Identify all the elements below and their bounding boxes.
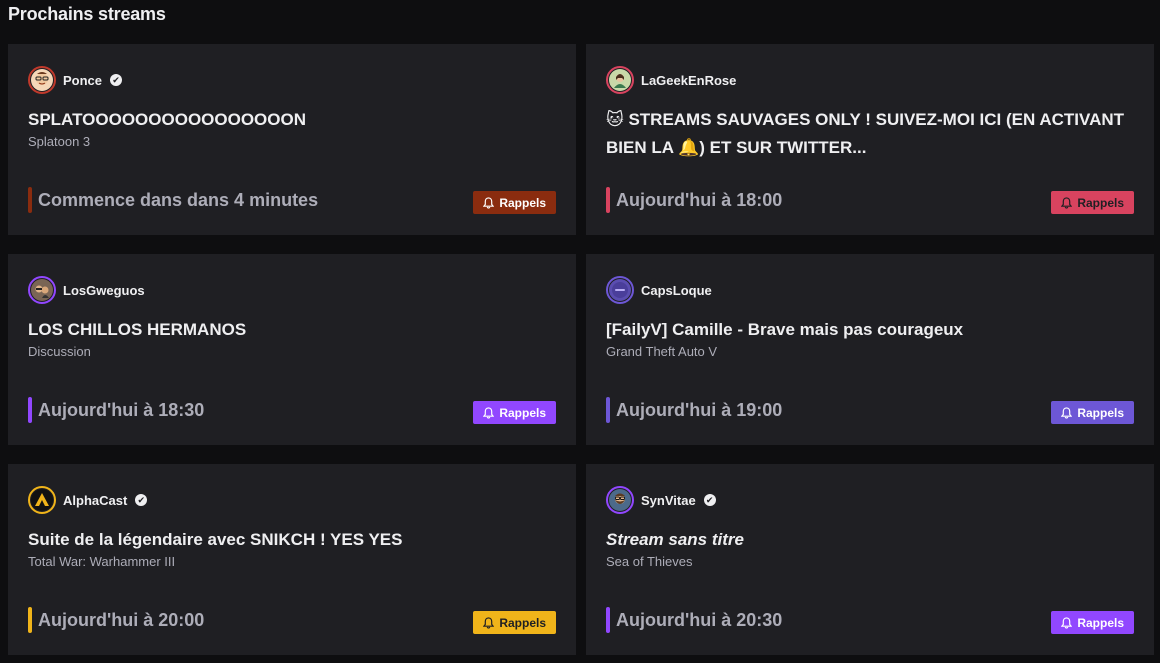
streamer-name[interactable]: CapsLoque [641,283,712,298]
logo-avatar-icon [609,279,631,301]
reminder-label: Rappels [499,615,546,630]
stream-card[interactable]: CapsLoque [FailyV] Camille - Brave mais … [586,254,1154,445]
streamer-name[interactable]: LaGeekEnRose [641,73,736,88]
reminder-label: Rappels [1077,615,1124,630]
person-avatar-icon [609,69,631,91]
reminder-button[interactable]: Rappels [1051,401,1134,424]
stream-title[interactable]: Stream sans titre [606,526,1134,554]
streamer-row[interactable]: AlphaCast ✔ [28,486,148,514]
reminder-label: Rappels [1077,405,1124,420]
accent-bar [606,187,610,213]
avatar[interactable] [28,276,56,304]
accent-bar [606,607,610,633]
accent-bar [606,397,610,423]
reminder-button[interactable]: Rappels [473,611,556,634]
schedule-time: Commence dans dans 4 minutes [38,189,319,210]
streamer-name[interactable]: SynVitae [641,493,696,508]
triangle-logo-avatar-icon [31,489,53,511]
accent-bar [28,397,32,423]
streamer-row[interactable]: Ponce ✔ [28,66,123,94]
game-category[interactable]: Sea of Thieves [606,554,692,569]
schedule-time: Aujourd'hui à 18:30 [38,399,205,420]
reminder-button[interactable]: Rappels [473,401,556,424]
schedule-time: Aujourd'hui à 20:00 [38,609,205,630]
reminder-label: Rappels [499,405,546,420]
reminder-button[interactable]: Rappels [1051,191,1134,214]
avatar[interactable] [606,276,634,304]
bell-icon [483,407,495,419]
bell-icon [483,617,495,629]
schedule-time: Aujourd'hui à 19:00 [616,399,783,420]
avatar[interactable] [606,66,634,94]
stream-card[interactable]: LosGweguos LOS CHILLOS HERMANOS Discussi… [8,254,576,445]
schedule-row: Commence dans dans 4 minutes [28,187,318,213]
reminder-button[interactable]: Rappels [1051,611,1134,634]
stream-card[interactable]: AlphaCast ✔ Suite de la légendaire avec … [8,464,576,655]
stream-card[interactable]: LaGeekEnRose 🐱 STREAMS SAUVAGES ONLY ! S… [586,44,1154,235]
schedule-row: Aujourd'hui à 19:00 [606,397,782,423]
avatar[interactable] [606,486,634,514]
game-category[interactable]: Splatoon 3 [28,134,90,149]
schedule-row: Aujourd'hui à 18:30 [28,397,204,423]
streamer-name[interactable]: AlphaCast [63,493,127,508]
person-beard-avatar-icon [609,489,631,511]
streamer-row[interactable]: LaGeekEnRose [606,66,736,94]
streamer-row[interactable]: LosGweguos [28,276,145,304]
person-glasses-avatar-icon [31,69,53,91]
reminder-label: Rappels [499,195,546,210]
streams-grid: Ponce ✔ SPLATOOOOOOOOOOOOOOOON Splatoon … [8,44,1154,655]
stream-title[interactable]: [FailyV] Camille - Brave mais pas courag… [606,316,1134,344]
streamer-row[interactable]: SynVitae ✔ [606,486,716,514]
section-heading: Prochains streams [8,4,166,24]
verified-check-icon: ✔ [135,494,148,506]
avatar[interactable] [28,486,56,514]
schedule-time: Aujourd'hui à 20:30 [616,609,783,630]
stream-title[interactable]: 🐱 STREAMS SAUVAGES ONLY ! SUIVEZ-MOI ICI… [606,106,1134,162]
bell-icon [1061,197,1073,209]
stream-title[interactable]: SPLATOOOOOOOOOOOOOOOON [28,106,556,134]
bell-icon [1061,407,1073,419]
game-category[interactable]: Discussion [28,344,91,359]
reminder-label: Rappels [1077,195,1124,210]
verified-check-icon: ✔ [703,494,716,506]
schedule-row: Aujourd'hui à 20:00 [28,607,204,633]
game-category[interactable]: Total War: Warhammer III [28,554,175,569]
verified-check-icon: ✔ [110,74,123,86]
accent-bar [28,607,32,633]
avatar[interactable] [28,66,56,94]
game-category[interactable]: Grand Theft Auto V [606,344,717,359]
bell-icon [1061,617,1073,629]
streamer-name[interactable]: LosGweguos [63,283,145,298]
schedule-time: Aujourd'hui à 18:00 [616,189,783,210]
streamer-row[interactable]: CapsLoque [606,276,712,304]
stream-title[interactable]: Suite de la légendaire avec SNIKCH ! YES… [28,526,556,554]
schedule-row: Aujourd'hui à 18:00 [606,187,782,213]
reminder-button[interactable]: Rappels [473,191,556,214]
streamer-name[interactable]: Ponce [63,73,102,88]
accent-bar [28,187,32,213]
stream-title[interactable]: LOS CHILLOS HERMANOS [28,316,556,344]
schedule-row: Aujourd'hui à 20:30 [606,607,782,633]
duo-avatar-icon [31,279,53,301]
stream-card[interactable]: Ponce ✔ SPLATOOOOOOOOOOOOOOOON Splatoon … [8,44,576,235]
stream-card[interactable]: SynVitae ✔ Stream sans titre Sea of Thie… [586,464,1154,655]
bell-icon [483,197,495,209]
